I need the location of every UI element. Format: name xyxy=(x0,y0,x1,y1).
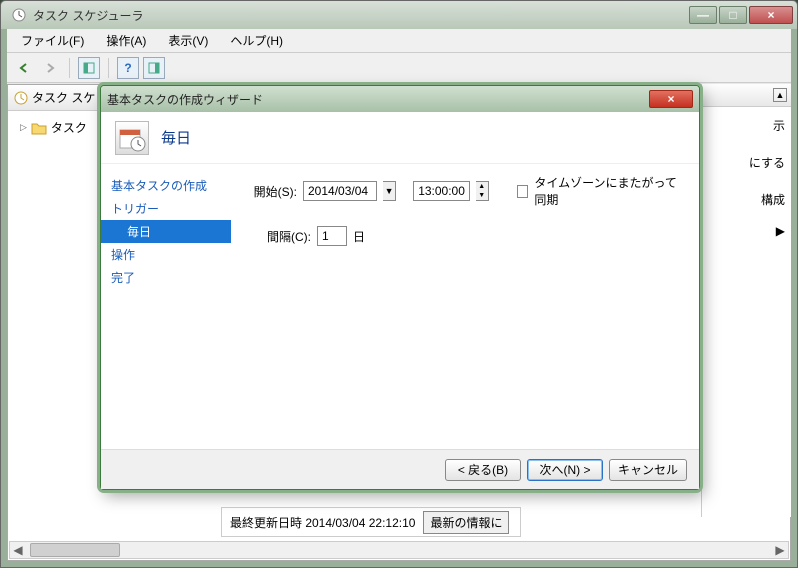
menu-help[interactable]: ヘルプ(H) xyxy=(226,30,287,51)
tree-item-label: タスク xyxy=(51,119,87,136)
nav-forward-button[interactable] xyxy=(39,57,61,79)
time-spinner[interactable]: ▲▼ xyxy=(476,181,489,201)
nav-step-daily[interactable]: 毎日 xyxy=(101,220,231,243)
folder-icon xyxy=(31,121,47,135)
nav-step-create[interactable]: 基本タスクの作成 xyxy=(101,174,231,197)
collapse-icon[interactable]: ▲ xyxy=(773,88,787,102)
nav-step-action[interactable]: 操作 xyxy=(101,243,231,266)
menu-view[interactable]: 表示(V) xyxy=(164,30,212,51)
wizard-nav: 基本タスクの作成 トリガー 毎日 操作 完了 xyxy=(101,164,231,449)
separator xyxy=(108,58,109,78)
scroll-thumb[interactable] xyxy=(30,543,120,557)
back-button[interactable]: < 戻る(B) xyxy=(445,459,521,481)
nav-step-trigger[interactable]: トリガー xyxy=(101,197,231,220)
start-date-input[interactable]: 2014/03/04 xyxy=(303,181,377,201)
nav-step-finish[interactable]: 完了 xyxy=(101,266,231,289)
actions-header: ▲ xyxy=(702,84,791,107)
app-icon xyxy=(11,7,27,23)
help-button[interactable]: ? xyxy=(117,57,139,79)
start-time-input[interactable]: 13:00:00 xyxy=(413,181,470,201)
refresh-button[interactable]: 最新の情報に xyxy=(423,511,509,534)
tree-root-label: タスク スケ xyxy=(32,89,95,106)
horizontal-scrollbar[interactable]: ◀ ▶ xyxy=(9,541,789,559)
maximize-button[interactable]: □ xyxy=(719,6,747,24)
clock-icon xyxy=(14,91,28,105)
start-label: 開始(S): xyxy=(247,183,297,200)
wizard-close-button[interactable]: × xyxy=(649,90,693,108)
toolbar: ? xyxy=(7,53,791,83)
date-dropdown-icon[interactable]: ▼ xyxy=(383,181,396,201)
status-timestamp: 最終更新日時 2014/03/04 22:12:10 xyxy=(230,514,415,531)
timezone-checkbox[interactable] xyxy=(517,185,529,198)
menubar: ファイル(F) 操作(A) 表示(V) ヘルプ(H) xyxy=(7,29,791,53)
tool-panel-button[interactable] xyxy=(78,57,100,79)
wizard-titlebar[interactable]: 基本タスクの作成ウィザード × xyxy=(101,86,699,112)
menu-file[interactable]: ファイル(F) xyxy=(17,30,88,51)
timezone-label: タイムゾーンにまたがって同期 xyxy=(534,174,683,208)
window-title: タスク スケジューラ xyxy=(33,7,689,24)
titlebar[interactable]: タスク スケジューラ — □ × xyxy=(1,1,797,29)
scroll-right-icon[interactable]: ▶ xyxy=(772,543,788,557)
wizard-form: 開始(S): 2014/03/04▼ 13:00:00▲▼ タイムゾーンにまたが… xyxy=(231,164,699,449)
tool-panel2-button[interactable] xyxy=(143,57,165,79)
actions-panel: ▲ 示 にする 構成 ▶ xyxy=(701,84,791,517)
calendar-clock-icon xyxy=(115,121,149,155)
action-item[interactable]: 示 xyxy=(702,107,791,144)
more-arrow[interactable]: ▶ xyxy=(702,218,791,244)
interval-input[interactable]: 1 xyxy=(317,226,347,246)
menu-action[interactable]: 操作(A) xyxy=(102,30,150,51)
wizard-header: 毎日 xyxy=(101,112,699,164)
next-button[interactable]: 次へ(N) > xyxy=(527,459,603,481)
minimize-button[interactable]: — xyxy=(689,6,717,24)
wizard-dialog: 基本タスクの作成ウィザード × 毎日 基本タスクの作成 トリガー 毎日 操作 完… xyxy=(100,85,700,490)
help-icon: ? xyxy=(124,61,131,75)
cancel-button[interactable]: キャンセル xyxy=(609,459,687,481)
nav-back-button[interactable] xyxy=(13,57,35,79)
expand-icon[interactable]: ▷ xyxy=(20,122,27,133)
wizard-title: 基本タスクの作成ウィザード xyxy=(107,91,649,108)
interval-label: 間隔(C): xyxy=(261,228,311,245)
spin-down-icon[interactable]: ▼ xyxy=(476,191,488,200)
separator xyxy=(69,58,70,78)
spin-up-icon[interactable]: ▲ xyxy=(476,182,488,191)
close-button[interactable]: × xyxy=(749,6,793,24)
wizard-footer: < 戻る(B) 次へ(N) > キャンセル xyxy=(101,449,699,489)
interval-unit: 日 xyxy=(353,228,365,245)
action-item[interactable]: にする xyxy=(702,144,791,181)
action-item[interactable]: 構成 xyxy=(702,181,791,218)
wizard-step-title: 毎日 xyxy=(161,127,191,148)
status-bar: 最終更新日時 2014/03/04 22:12:10 最新の情報に xyxy=(221,507,521,537)
scroll-left-icon[interactable]: ◀ xyxy=(10,543,26,557)
